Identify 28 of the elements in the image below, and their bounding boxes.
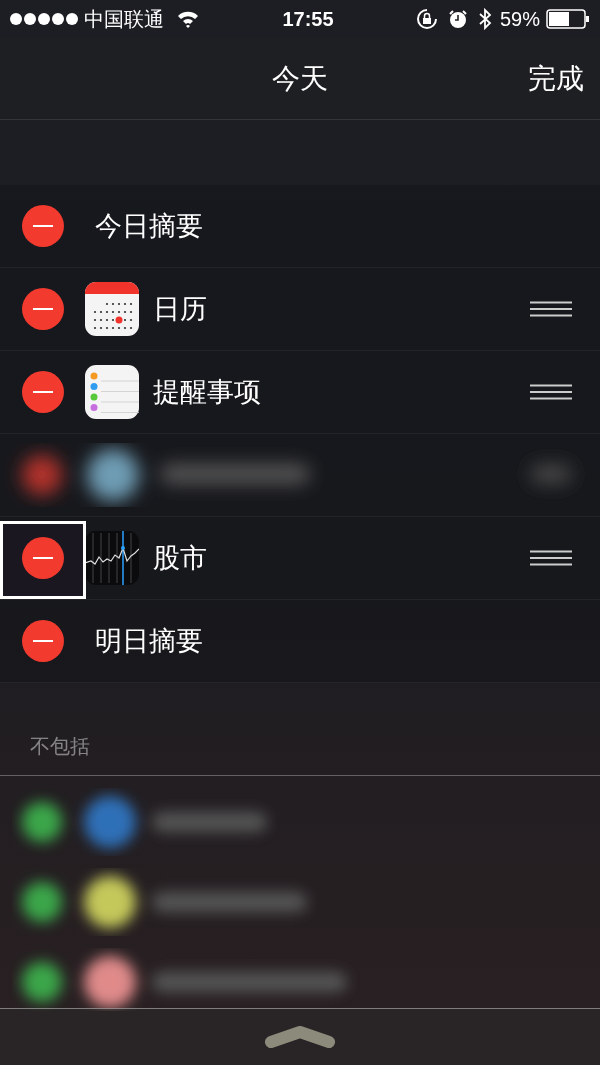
stock-chart-icon	[85, 531, 139, 585]
carrier-name: 中国联通	[84, 7, 164, 32]
calendar-icon	[85, 282, 139, 336]
chevron-up-icon[interactable]	[265, 1026, 335, 1048]
widget-name: 股市	[153, 541, 207, 575]
reorder-handle-icon[interactable]	[530, 384, 572, 400]
widget-name: 提醒事项	[153, 375, 261, 409]
widget-name: 明日摘要	[95, 624, 203, 658]
reorder-handle-icon[interactable]	[530, 301, 572, 317]
signal-icon	[10, 12, 78, 26]
delete-button[interactable]	[22, 620, 64, 662]
widget-name: 日历	[153, 292, 207, 326]
section-header: 不包括	[30, 734, 90, 759]
reorder-handle-icon[interactable]	[530, 550, 572, 566]
delete-button[interactable]	[22, 371, 64, 413]
done-button[interactable]: 完成	[528, 57, 584, 100]
bluetooth-icon	[477, 8, 492, 30]
battery-percent: 59%	[499, 7, 540, 32]
delete-button[interactable]	[22, 205, 64, 247]
alarm-clock-icon	[447, 9, 468, 29]
wifi-icon	[176, 10, 200, 28]
reminders-icon	[85, 365, 139, 419]
clock-time: 17:55	[282, 7, 334, 32]
delete-button[interactable]	[22, 288, 64, 330]
screen-title: 今天	[272, 62, 328, 94]
widget-name: 今日摘要	[95, 209, 203, 243]
battery-icon	[546, 9, 590, 29]
rotation-lock-icon	[415, 8, 438, 30]
